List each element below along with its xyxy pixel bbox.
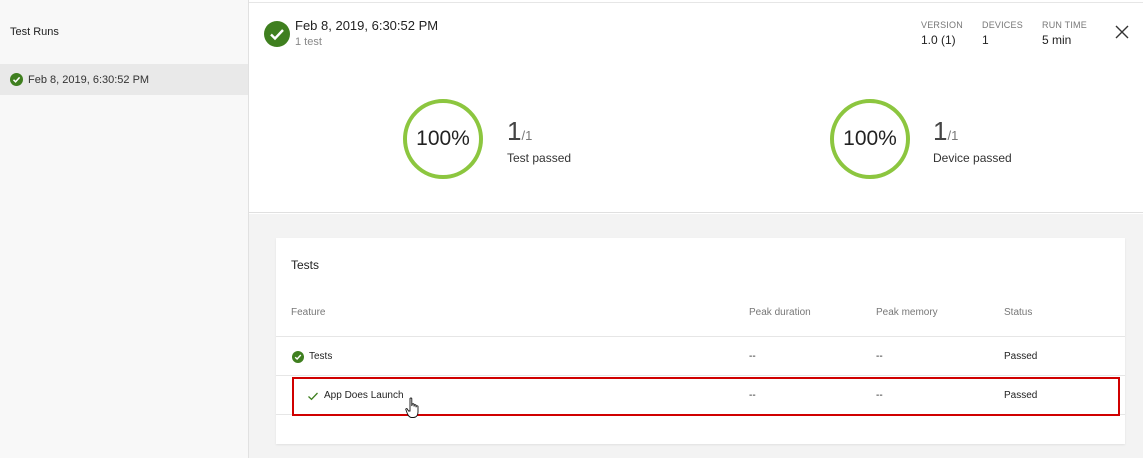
tests-area: Tests Feature Peak duration Peak memory … — [249, 214, 1143, 458]
tests-fraction: 1/1 — [507, 116, 532, 147]
meta-run-time: RUN TIME 5 min — [1042, 20, 1087, 47]
feature-cell: Tests — [309, 351, 333, 362]
column-header-status[interactable]: Status — [1004, 307, 1032, 318]
tests-passed-count: 1 — [507, 116, 522, 146]
devices-progress-ring: 100% — [829, 98, 911, 180]
meta-devices: DEVICES 1 — [982, 20, 1023, 47]
sidebar-title: Test Runs — [10, 26, 59, 38]
tests-progress-ring: 100% — [402, 98, 484, 180]
meta-label: VERSION — [921, 20, 963, 30]
tests-percent: 100% — [416, 127, 470, 150]
tests-total: /1 — [521, 128, 533, 143]
devices-fraction: 1/1 — [933, 116, 958, 147]
check-circle-icon — [10, 73, 23, 86]
close-icon[interactable] — [1114, 24, 1130, 40]
column-header-peak-memory[interactable]: Peak memory — [876, 307, 938, 318]
meta-value: 1 — [982, 33, 989, 47]
column-header-peak-duration[interactable]: Peak duration — [749, 307, 811, 318]
tests-passed-label: Test passed — [507, 151, 572, 165]
column-header-feature[interactable]: Feature — [291, 307, 325, 318]
meta-version: VERSION 1.0 (1) — [921, 20, 963, 47]
devices-passed-count: 1 — [933, 116, 948, 146]
main-panel: Feb 8, 2019, 6:30:52 PM 1 test VERSION 1… — [249, 0, 1143, 458]
divider — [276, 336, 1125, 337]
devices-passed-label: Device passed — [933, 151, 1012, 165]
meta-value: 5 min — [1042, 33, 1072, 47]
status-cell: Passed — [1004, 351, 1038, 362]
tests-card: Tests Feature Peak duration Peak memory … — [276, 238, 1125, 444]
hand-cursor-icon — [405, 397, 421, 419]
run-title: Feb 8, 2019, 6:30:52 PM — [295, 18, 439, 33]
check-circle-icon — [264, 21, 290, 47]
duration-cell: -- — [749, 351, 756, 362]
devices-total: /1 — [947, 128, 959, 143]
divider — [249, 2, 1143, 3]
check-circle-icon — [292, 350, 304, 363]
memory-cell: -- — [876, 351, 883, 362]
sidebar-item-test-run[interactable]: Feb 8, 2019, 6:30:52 PM — [0, 64, 248, 95]
divider — [276, 375, 1125, 376]
tests-card-title: Tests — [291, 258, 320, 272]
sidebar: Test Runs Feb 8, 2019, 6:30:52 PM — [0, 0, 249, 458]
meta-value: 1.0 (1) — [921, 33, 956, 47]
meta-label: RUN TIME — [1042, 20, 1087, 30]
summary-section: 100% 1/1 Test passed 100% 1/1 Device pas… — [249, 60, 1143, 213]
meta-label: DEVICES — [982, 20, 1023, 30]
devices-percent: 100% — [843, 127, 897, 150]
sidebar-item-label: Feb 8, 2019, 6:30:52 PM — [28, 73, 150, 86]
run-subtitle: 1 test — [295, 36, 322, 48]
